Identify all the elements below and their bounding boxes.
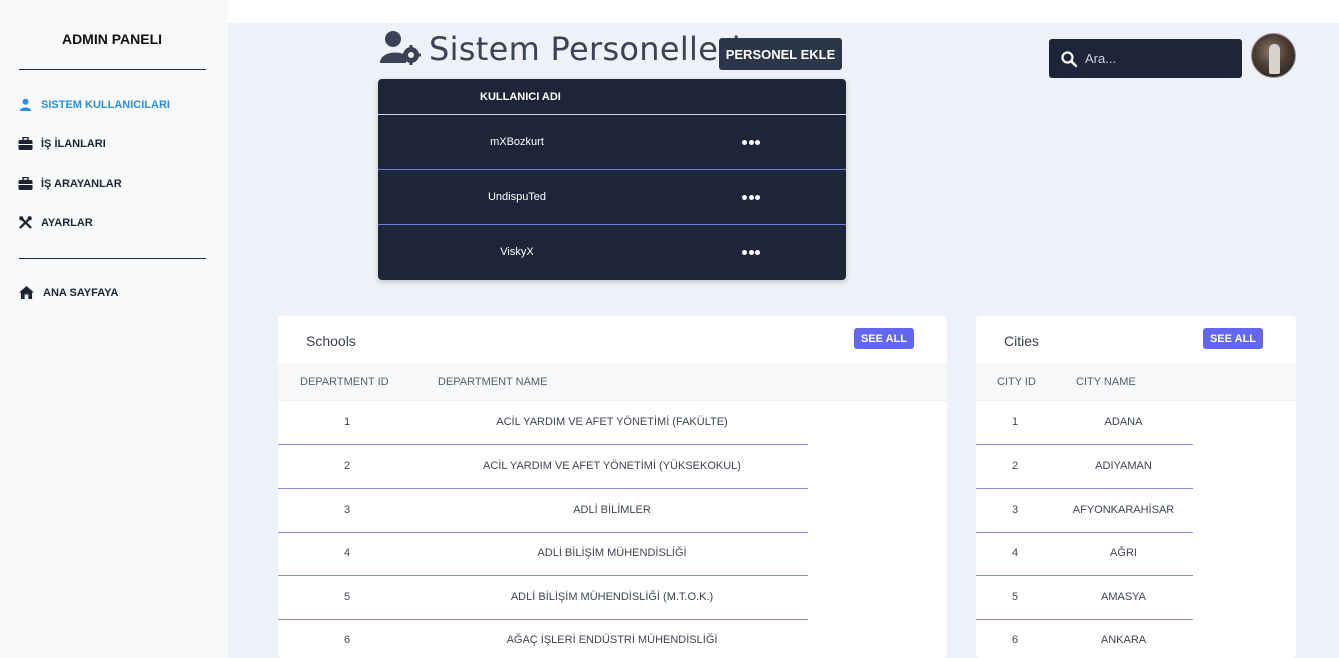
city-id: 4 — [1011, 547, 1019, 559]
sidebar-item-job-seekers[interactable]: İŞ ARAYANLAR — [18, 177, 122, 190]
more-options-icon[interactable] — [742, 138, 760, 146]
city-name: ADIYAMAN — [1095, 460, 1152, 472]
search-input[interactable] — [1085, 51, 1225, 66]
department-name: ACİL YARDIM VE AFET YÖNETİMİ (FAKÜLTE) — [496, 416, 728, 428]
department-name: ADLİ BİLİŞİM MÜHENDİSLİĞİ — [537, 547, 687, 559]
users-table-header: KULLANICI ADI — [378, 79, 846, 115]
username: UndispuTed — [487, 191, 547, 203]
table-row: UndispuTed — [378, 170, 846, 225]
table-row: 3 AFYONKARAHİSAR — [976, 489, 1193, 533]
cities-title: Cities — [1004, 333, 1040, 349]
column-header-department-name: DEPARTMENT NAME — [438, 376, 548, 388]
department-id: 2 — [343, 460, 351, 472]
table-row: 1 ACİL YARDIM VE AFET YÖNETİMİ (FAKÜLTE) — [278, 401, 808, 445]
users-table: KULLANICI ADI mXBozkurt UndispuTed Visky… — [378, 79, 846, 280]
table-row: 4 AĞRI — [976, 532, 1193, 576]
username: ViskyX — [500, 246, 534, 258]
cities-card: Cities SEE ALL CITY ID CITY NAME 1 ADANA… — [976, 316, 1296, 658]
page-title: Sistem Personelleri — [429, 30, 741, 68]
table-row: 5 ADLİ BİLİŞİM MÜHENDİSLİĞİ (M.T.O.K.) — [278, 576, 808, 620]
city-id: 6 — [1011, 634, 1019, 646]
home-icon — [19, 286, 34, 299]
city-name: ANKARA — [1100, 634, 1147, 646]
city-id: 5 — [1011, 591, 1019, 603]
table-row: 5 AMASYA — [976, 576, 1193, 620]
sidebar-divider — [19, 258, 206, 259]
department-name: ADLİ BİLİMLER — [573, 504, 651, 516]
avatar[interactable] — [1251, 33, 1296, 78]
schools-title: Schools — [306, 333, 356, 349]
column-header-username: KULLANICI ADI — [480, 91, 561, 103]
table-row: 2 ADIYAMAN — [976, 445, 1193, 489]
sidebar-item-label: ANA SAYFAYA — [43, 286, 119, 299]
city-id: 2 — [1011, 460, 1019, 472]
city-name: AFYONKARAHİSAR — [1072, 504, 1175, 516]
city-id: 1 — [1011, 416, 1019, 428]
username: mXBozkurt — [490, 136, 544, 148]
schools-card: Schools SEE ALL DEPARTMENT ID DEPARTMENT… — [278, 316, 947, 658]
city-name: AĞRI — [1110, 547, 1137, 559]
department-name: ACİL YARDIM VE AFET YÖNETİMİ (YÜKSEKOKUL… — [483, 460, 741, 472]
cities-table-header: CITY ID CITY NAME — [976, 363, 1296, 401]
more-options-icon[interactable] — [742, 193, 760, 201]
search-icon — [1061, 50, 1077, 67]
table-row: ViskyX — [378, 225, 846, 280]
department-name: AĞAÇ İŞLERİ ENDÜSTRİ MÜHENDİSLİĞİ — [506, 634, 718, 646]
briefcase-icon — [18, 177, 33, 190]
brand-title: ADMIN PANELI — [61, 31, 163, 47]
user-icon — [19, 98, 32, 111]
sidebar-item-label: SISTEM KULLANICILARI — [41, 98, 170, 111]
sidebar-item-settings[interactable]: AYARLAR — [18, 216, 93, 229]
schools-see-all-button[interactable]: SEE ALL — [854, 328, 914, 349]
sidebar-divider — [19, 69, 206, 70]
sidebar-item-home[interactable]: ANA SAYFAYA — [18, 286, 118, 299]
more-options-icon[interactable] — [742, 248, 760, 256]
search-bar — [1049, 39, 1242, 78]
add-staff-button[interactable]: PERSONEL EKLE — [719, 38, 842, 70]
department-id: 4 — [343, 547, 351, 559]
column-header-department-id: DEPARTMENT ID — [300, 376, 389, 388]
table-row: 4 ADLİ BİLİŞİM MÜHENDİSLİĞİ — [278, 532, 808, 576]
table-row: 3 ADLİ BİLİMLER — [278, 489, 808, 533]
user-settings-icon — [380, 31, 421, 65]
department-id: 5 — [343, 591, 351, 603]
department-name: ADLİ BİLİŞİM MÜHENDİSLİĞİ (M.T.O.K.) — [510, 591, 714, 603]
city-name: ADANA — [1104, 416, 1143, 428]
sidebar-item-label: İŞ İLANLARI — [41, 137, 106, 150]
department-id: 3 — [343, 504, 351, 516]
table-row: 2 ACİL YARDIM VE AFET YÖNETİMİ (YÜKSEKOK… — [278, 445, 808, 489]
table-row: 6 ANKARA — [976, 620, 1193, 658]
sidebar-item-system-users[interactable]: SISTEM KULLANICILARI — [18, 98, 170, 111]
table-row: 1 ADANA — [976, 401, 1193, 445]
sidebar-item-label: İŞ ARAYANLAR — [41, 177, 122, 190]
column-header-city-name: CITY NAME — [1076, 376, 1136, 388]
top-bar — [228, 0, 1339, 23]
tools-icon — [19, 216, 32, 229]
city-name: AMASYA — [1100, 591, 1147, 603]
sidebar-item-label: AYARLAR — [41, 216, 93, 229]
table-row: mXBozkurt — [378, 115, 846, 170]
sidebar-item-job-listings[interactable]: İŞ İLANLARI — [18, 137, 106, 150]
cities-see-all-button[interactable]: SEE ALL — [1203, 328, 1263, 349]
department-id: 6 — [343, 634, 351, 646]
briefcase-icon — [18, 137, 33, 150]
department-id: 1 — [343, 416, 351, 428]
city-id: 3 — [1011, 504, 1019, 516]
column-header-city-id: CITY ID — [997, 376, 1036, 388]
avatar-figure — [1269, 44, 1280, 74]
sidebar: ADMIN PANELI SISTEM KULLANICILARI İŞ İLA… — [0, 0, 228, 658]
schools-table-header: DEPARTMENT ID DEPARTMENT NAME — [278, 363, 947, 401]
table-row: 6 AĞAÇ İŞLERİ ENDÜSTRİ MÜHENDİSLİĞİ — [278, 620, 808, 658]
